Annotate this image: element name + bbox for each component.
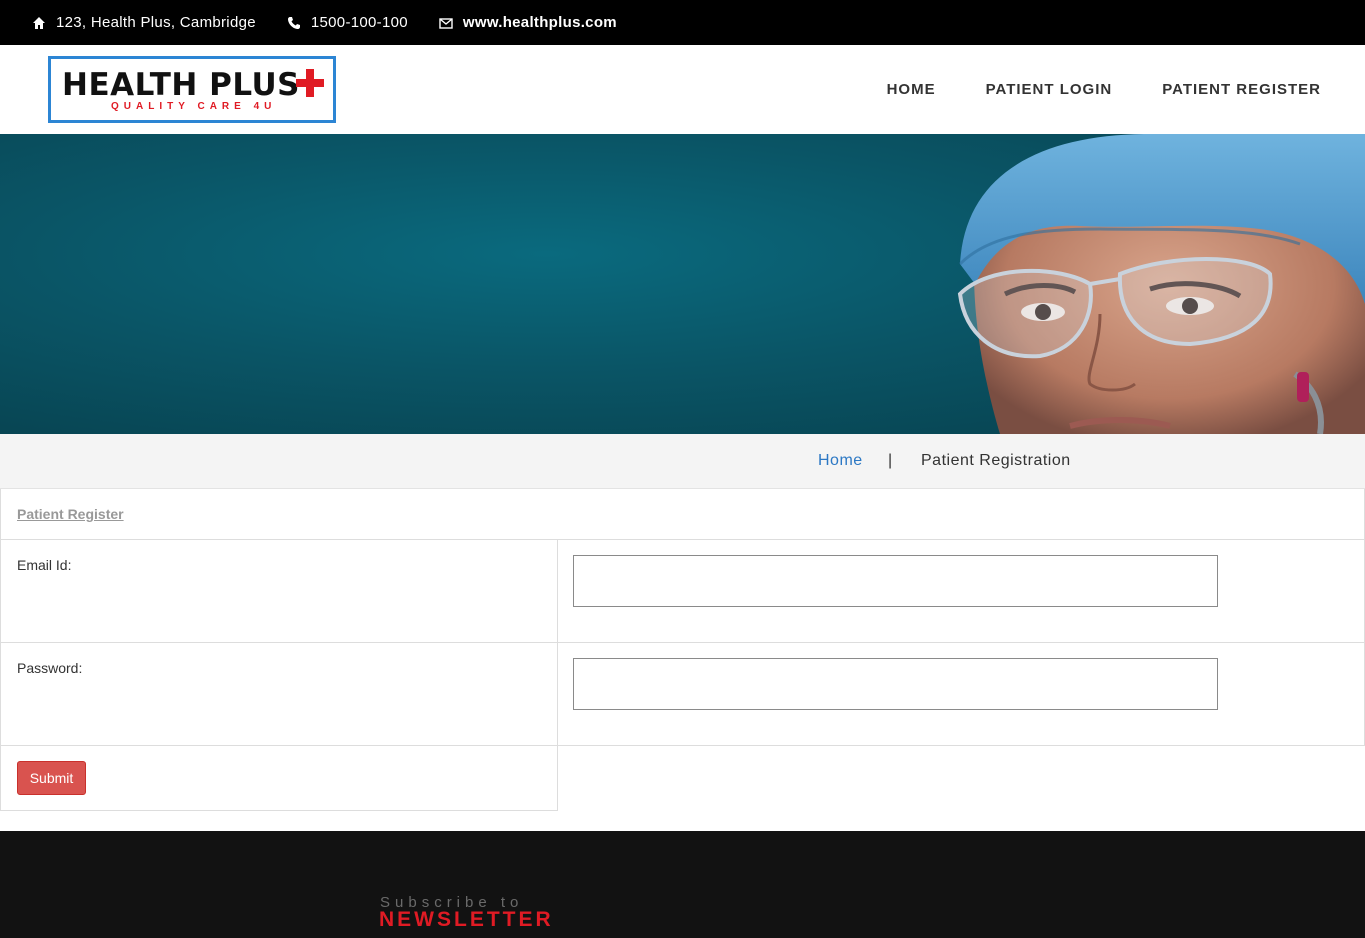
breadcrumb-separator: | bbox=[888, 452, 893, 469]
password-input-cell bbox=[557, 643, 1365, 746]
form-header-row: Patient Register bbox=[0, 489, 1365, 540]
breadcrumb-home[interactable]: Home bbox=[818, 452, 863, 470]
breadcrumb: Home | Patient Registration bbox=[0, 434, 1365, 489]
website-item[interactable]: www.healthplus.com bbox=[439, 14, 617, 31]
home-icon bbox=[33, 16, 45, 29]
email-label: Email Id: bbox=[17, 557, 72, 573]
email-input-cell bbox=[557, 540, 1365, 643]
site-footer: Subscribe to NEWSLETTER bbox=[0, 831, 1365, 938]
site-header: HEALTH PLUS QUALITY CARE 4U HOME PATIENT… bbox=[0, 45, 1365, 134]
breadcrumb-current: Patient Registration bbox=[921, 452, 1071, 469]
red-cross-icon bbox=[296, 69, 324, 97]
address-text: 123, Health Plus, Cambridge bbox=[56, 14, 256, 31]
phone-item: 1500-100-100 bbox=[287, 14, 408, 31]
submit-cell: Submit bbox=[0, 746, 558, 811]
email-label-cell: Email Id: bbox=[0, 540, 558, 643]
logo-tagline: QUALITY CARE 4U bbox=[111, 101, 277, 112]
nav-home[interactable]: HOME bbox=[887, 81, 936, 98]
phone-icon bbox=[287, 16, 300, 29]
website-link[interactable]: www.healthplus.com bbox=[463, 14, 617, 31]
form-title[interactable]: Patient Register bbox=[17, 506, 124, 522]
main-nav: HOME PATIENT LOGIN PATIENT REGISTER bbox=[837, 45, 1321, 134]
logo-name: HEALTH PLUS bbox=[62, 67, 300, 103]
email-field[interactable] bbox=[573, 555, 1218, 607]
logo[interactable]: HEALTH PLUS QUALITY CARE 4U bbox=[48, 56, 336, 123]
nav-patient-register[interactable]: PATIENT REGISTER bbox=[1162, 81, 1321, 98]
password-field[interactable] bbox=[573, 658, 1218, 710]
envelope-icon bbox=[439, 17, 453, 29]
address-item: 123, Health Plus, Cambridge bbox=[32, 14, 256, 31]
submit-button[interactable]: Submit bbox=[17, 761, 86, 795]
doctor-illustration bbox=[957, 134, 1365, 434]
hero-banner bbox=[0, 134, 1365, 434]
password-label-cell: Password: bbox=[0, 643, 558, 746]
newsletter-heading: NEWSLETTER bbox=[379, 908, 554, 931]
top-contact-bar: 123, Health Plus, Cambridge 1500-100-100… bbox=[0, 0, 1365, 45]
nav-patient-login[interactable]: PATIENT LOGIN bbox=[986, 81, 1113, 98]
password-label: Password: bbox=[17, 660, 83, 676]
phone-text: 1500-100-100 bbox=[310, 14, 408, 31]
